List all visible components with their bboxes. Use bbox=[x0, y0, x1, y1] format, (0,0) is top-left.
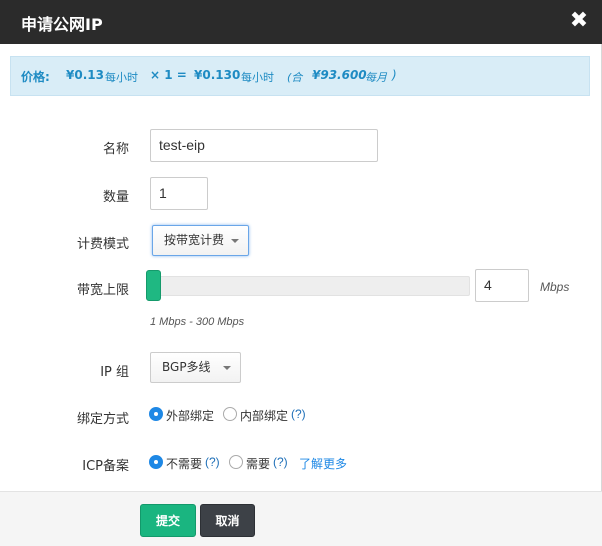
count-label: 数量 bbox=[102, 190, 129, 205]
month-close: ) bbox=[392, 68, 397, 82]
price-multiplier: × 1 = bbox=[150, 68, 187, 82]
external-bind-label: 外部绑定 bbox=[166, 409, 215, 423]
cancel-button[interactable]: 取消 bbox=[200, 504, 255, 537]
radio-internal-bind[interactable] bbox=[223, 407, 237, 421]
bandwidth-slider-track[interactable] bbox=[150, 276, 470, 296]
ip-group-select[interactable]: BGP多线 bbox=[150, 352, 241, 383]
bind-mode-help[interactable]: (?) bbox=[291, 407, 306, 421]
total-price-period: 每小时 bbox=[241, 71, 274, 84]
billing-label: 计费模式 bbox=[76, 237, 129, 252]
icp-not-needed-label: 不需要 bbox=[166, 457, 203, 471]
billing-select[interactable]: 按带宽计费 bbox=[152, 225, 249, 256]
chevron-down-icon bbox=[231, 239, 239, 243]
name-label: 名称 bbox=[102, 142, 129, 157]
bandwidth-unit: Mbps bbox=[540, 280, 570, 294]
billing-selected: 按带宽计费 bbox=[164, 233, 225, 247]
radio-icp-needed[interactable] bbox=[229, 455, 243, 469]
close-icon[interactable]: ✖ bbox=[566, 8, 592, 34]
internal-bind-label: 内部绑定 bbox=[240, 409, 289, 423]
month-period: 每月 bbox=[365, 71, 387, 84]
total-price: ¥0.130 bbox=[194, 68, 241, 82]
month-total: ¥93.600 bbox=[312, 68, 367, 82]
dialog-footer: 提交 取消 bbox=[0, 491, 602, 546]
count-input[interactable]: 1 bbox=[150, 177, 208, 210]
bandwidth-slider-handle[interactable] bbox=[146, 270, 161, 301]
chevron-down-icon bbox=[223, 366, 231, 370]
dialog-title: 申请公网IP bbox=[21, 15, 103, 34]
price-label: 价格: bbox=[21, 70, 50, 84]
icp-label: ICP备案 bbox=[82, 459, 129, 474]
name-input[interactable]: test-eip bbox=[150, 129, 378, 162]
unit-price-period: 每小时 bbox=[105, 71, 138, 84]
price-summary: 价格: ¥0.13 每小时 × 1 = ¥0.130 每小时 (合 ¥93.60… bbox=[10, 56, 590, 96]
bandwidth-input[interactable]: 4 bbox=[475, 269, 529, 302]
bind-mode-label: 绑定方式 bbox=[76, 412, 129, 427]
ip-group-label: IP 组 bbox=[100, 365, 129, 380]
bandwidth-range-hint: 1 Mbps - 300 Mbps bbox=[150, 316, 245, 328]
dialog-titlebar: 申请公网IP ✖ bbox=[0, 0, 602, 44]
apply-eip-dialog: 申请公网IP ✖ 价格: ¥0.13 每小时 × 1 = ¥0.130 每小时 … bbox=[0, 0, 602, 546]
icp-not-needed-help[interactable]: (?) bbox=[205, 455, 220, 469]
icp-learn-more-link[interactable]: 了解更多 bbox=[299, 455, 347, 472]
radio-external-bind[interactable] bbox=[149, 407, 163, 421]
month-open: (合 bbox=[287, 71, 303, 84]
radio-icp-not-needed[interactable] bbox=[149, 455, 163, 469]
icp-needed-label: 需要 bbox=[246, 457, 271, 471]
submit-button[interactable]: 提交 bbox=[140, 504, 196, 537]
bandwidth-label: 带宽上限 bbox=[76, 283, 129, 298]
ip-group-selected: BGP多线 bbox=[162, 360, 211, 374]
icp-needed-help[interactable]: (?) bbox=[273, 455, 288, 469]
unit-price: ¥0.13 bbox=[66, 68, 104, 82]
